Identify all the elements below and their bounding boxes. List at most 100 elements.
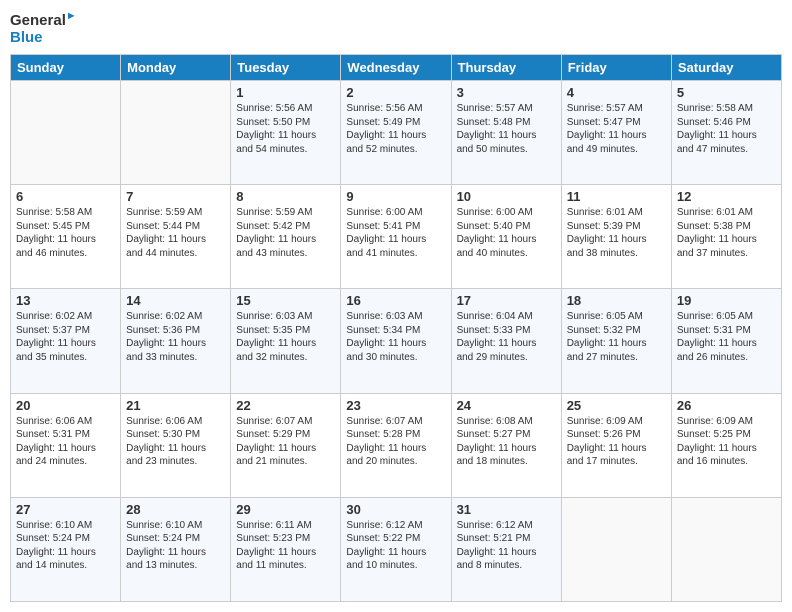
calendar-cell: 23 Sunrise: 6:07 AM Sunset: 5:28 PM Dayli… (341, 393, 451, 497)
day-number: 9 (346, 189, 445, 204)
cell-content: Sunrise: 6:02 AM Sunset: 5:36 PM Dayligh… (126, 310, 225, 364)
day-number: 7 (126, 189, 225, 204)
calendar-cell (561, 497, 671, 601)
calendar-cell: 16 Sunrise: 6:03 AM Sunset: 5:34 PM Dayli… (341, 289, 451, 393)
cell-content: Sunrise: 6:00 AM Sunset: 5:41 PM Dayligh… (346, 206, 445, 260)
cell-content: Sunrise: 6:06 AM Sunset: 5:30 PM Dayligh… (126, 415, 225, 469)
calendar-cell: 21 Sunrise: 6:06 AM Sunset: 5:30 PM Dayli… (121, 393, 231, 497)
day-number: 27 (16, 502, 115, 517)
calendar-cell: 5Sunrise: 5:58 AM Sunset: 5:46 PM Daylig… (671, 81, 781, 185)
day-number: 28 (126, 502, 225, 517)
day-number: 23 (346, 398, 445, 413)
week-row-4: 20Sunrise: 6:06 AM Sunset: 5:31 PM Dayli… (11, 393, 782, 497)
header: General► Blue (10, 10, 782, 46)
cell-content: Sunrise: 5:58 AM Sunset: 5:45 PM Dayligh… (16, 206, 115, 260)
calendar-cell: 4 Sunrise: 5:57 AM Sunset: 5:47 PM Daylig… (561, 81, 671, 185)
cell-content: Sunrise: 6:01 AM Sunset: 5:39 PM Dayligh… (567, 206, 666, 260)
day-number: 4 (567, 85, 666, 100)
calendar-cell: 15 Sunrise: 6:03 AM Sunset: 5:35 PM Dayli… (231, 289, 341, 393)
logo-blue: Blue (10, 30, 77, 47)
logo-general: General► (10, 10, 77, 30)
cell-content: Sunrise: 5:59 AM Sunset: 5:44 PM Dayligh… (126, 206, 225, 260)
calendar-cell: 30 Sunrise: 6:12 AM Sunset: 5:22 PM Dayli… (341, 497, 451, 601)
calendar-cell: 18 Sunrise: 6:05 AM Sunset: 5:32 PM Dayli… (561, 289, 671, 393)
cell-content: Sunrise: 6:06 AM Sunset: 5:31 PM Dayligh… (16, 415, 115, 469)
calendar-cell: 19 Sunrise: 6:05 AM Sunset: 5:31 PM Dayli… (671, 289, 781, 393)
cell-content: Sunrise: 6:03 AM Sunset: 5:35 PM Dayligh… (236, 310, 335, 364)
calendar-cell: 22 Sunrise: 6:07 AM Sunset: 5:29 PM Dayli… (231, 393, 341, 497)
day-number: 13 (16, 293, 115, 308)
day-header-monday: Monday (121, 55, 231, 81)
day-header-friday: Friday (561, 55, 671, 81)
day-header-wednesday: Wednesday (341, 55, 451, 81)
calendar-cell: 31 Sunrise: 6:12 AM Sunset: 5:21 PM Dayli… (451, 497, 561, 601)
cell-content: Sunrise: 6:08 AM Sunset: 5:27 PM Dayligh… (457, 415, 556, 469)
calendar-cell: 29 Sunrise: 6:11 AM Sunset: 5:23 PM Dayli… (231, 497, 341, 601)
cell-content: Sunrise: 5:57 AM Sunset: 5:47 PM Dayligh… (567, 102, 666, 156)
cell-content: Sunrise: 6:12 AM Sunset: 5:22 PM Dayligh… (346, 519, 445, 573)
calendar-cell: 25Sunrise: 6:09 AM Sunset: 5:26 PM Dayli… (561, 393, 671, 497)
day-number: 30 (346, 502, 445, 517)
calendar-cell: 10 Sunrise: 6:00 AM Sunset: 5:40 PM Dayli… (451, 185, 561, 289)
day-number: 8 (236, 189, 335, 204)
day-number: 29 (236, 502, 335, 517)
calendar-cell: 7 Sunrise: 5:59 AM Sunset: 5:44 PM Daylig… (121, 185, 231, 289)
day-number: 17 (457, 293, 556, 308)
day-number: 12 (677, 189, 776, 204)
day-number: 3 (457, 85, 556, 100)
cell-content: Sunrise: 6:09 AM Sunset: 5:25 PM Dayligh… (677, 415, 776, 469)
day-number: 6 (16, 189, 115, 204)
week-row-1: 1 Sunrise: 5:56 AM Sunset: 5:50 PM Daylig… (11, 81, 782, 185)
page: General► Blue SundayMondayTuesdayWednesd… (0, 0, 792, 612)
calendar-cell (671, 497, 781, 601)
calendar-cell: 14Sunrise: 6:02 AM Sunset: 5:36 PM Dayli… (121, 289, 231, 393)
calendar-table: SundayMondayTuesdayWednesdayThursdayFrid… (10, 54, 782, 602)
day-number: 22 (236, 398, 335, 413)
week-row-5: 27 Sunrise: 6:10 AM Sunset: 5:24 PM Dayli… (11, 497, 782, 601)
cell-content: Sunrise: 6:00 AM Sunset: 5:40 PM Dayligh… (457, 206, 556, 260)
calendar-cell: 17Sunrise: 6:04 AM Sunset: 5:33 PM Dayli… (451, 289, 561, 393)
day-number: 11 (567, 189, 666, 204)
day-number: 26 (677, 398, 776, 413)
week-row-3: 13 Sunrise: 6:02 AM Sunset: 5:37 PM Dayli… (11, 289, 782, 393)
calendar-cell: 6 Sunrise: 5:58 AM Sunset: 5:45 PM Daylig… (11, 185, 121, 289)
cell-content: Sunrise: 6:05 AM Sunset: 5:31 PM Dayligh… (677, 310, 776, 364)
calendar-cell: 27Sunrise: 6:10 AM Sunset: 5:24 PM Dayli… (11, 497, 121, 601)
cell-content: Sunrise: 6:02 AM Sunset: 5:37 PM Dayligh… (16, 310, 115, 364)
calendar-cell: 26 Sunrise: 6:09 AM Sunset: 5:25 PM Dayli… (671, 393, 781, 497)
calendar-cell: 1 Sunrise: 5:56 AM Sunset: 5:50 PM Daylig… (231, 81, 341, 185)
day-number: 2 (346, 85, 445, 100)
day-header-saturday: Saturday (671, 55, 781, 81)
day-number: 5 (677, 85, 776, 100)
cell-content: Sunrise: 6:03 AM Sunset: 5:34 PM Dayligh… (346, 310, 445, 364)
day-header-thursday: Thursday (451, 55, 561, 81)
cell-content: Sunrise: 6:07 AM Sunset: 5:29 PM Dayligh… (236, 415, 335, 469)
day-number: 21 (126, 398, 225, 413)
day-number: 19 (677, 293, 776, 308)
day-number: 10 (457, 189, 556, 204)
day-number: 16 (346, 293, 445, 308)
day-number: 18 (567, 293, 666, 308)
calendar-cell: 11 Sunrise: 6:01 AM Sunset: 5:39 PM Dayli… (561, 185, 671, 289)
day-number: 24 (457, 398, 556, 413)
day-number: 15 (236, 293, 335, 308)
calendar-cell: 20Sunrise: 6:06 AM Sunset: 5:31 PM Dayli… (11, 393, 121, 497)
calendar-cell: 8Sunrise: 5:59 AM Sunset: 5:42 PM Daylig… (231, 185, 341, 289)
cell-content: Sunrise: 6:10 AM Sunset: 5:24 PM Dayligh… (126, 519, 225, 573)
logo-text-block: General► Blue (10, 10, 77, 46)
cell-content: Sunrise: 6:07 AM Sunset: 5:28 PM Dayligh… (346, 415, 445, 469)
week-row-2: 6 Sunrise: 5:58 AM Sunset: 5:45 PM Daylig… (11, 185, 782, 289)
cell-content: Sunrise: 6:11 AM Sunset: 5:23 PM Dayligh… (236, 519, 335, 573)
cell-content: Sunrise: 6:12 AM Sunset: 5:21 PM Dayligh… (457, 519, 556, 573)
day-header-sunday: Sunday (11, 55, 121, 81)
day-number: 1 (236, 85, 335, 100)
cell-content: Sunrise: 5:56 AM Sunset: 5:50 PM Dayligh… (236, 102, 335, 156)
cell-content: Sunrise: 6:05 AM Sunset: 5:32 PM Dayligh… (567, 310, 666, 364)
calendar-cell: 2Sunrise: 5:56 AM Sunset: 5:49 PM Daylig… (341, 81, 451, 185)
calendar-cell (121, 81, 231, 185)
cell-content: Sunrise: 5:57 AM Sunset: 5:48 PM Dayligh… (457, 102, 556, 156)
cell-content: Sunrise: 6:09 AM Sunset: 5:26 PM Dayligh… (567, 415, 666, 469)
calendar-cell: 13 Sunrise: 6:02 AM Sunset: 5:37 PM Dayli… (11, 289, 121, 393)
day-number: 31 (457, 502, 556, 517)
calendar-cell: 28 Sunrise: 6:10 AM Sunset: 5:24 PM Dayli… (121, 497, 231, 601)
